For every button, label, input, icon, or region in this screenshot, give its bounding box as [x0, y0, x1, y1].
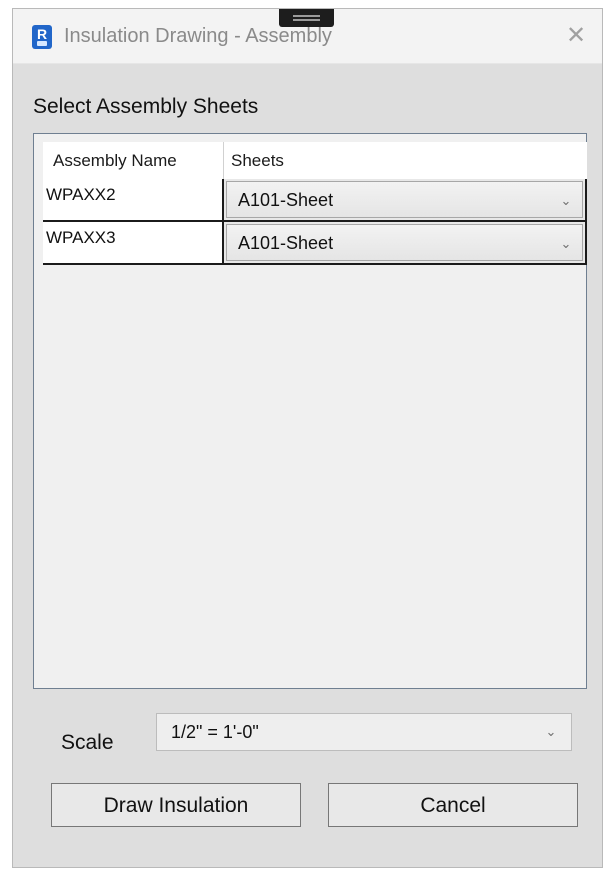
revit-app-icon: R	[32, 25, 52, 49]
insulation-drawing-dialog: R Insulation Drawing - Assembly ✕ Select…	[12, 8, 603, 868]
sheet-cell: A101-Sheet ⌄	[224, 179, 587, 222]
assembly-sheets-grid: Assembly Name Sheets WPAXX2 A101-Sheet ⌄…	[33, 133, 587, 689]
close-icon[interactable]: ✕	[562, 22, 590, 50]
app-icon-letter: R	[36, 26, 48, 42]
sheet-dropdown-value: A101-Sheet	[238, 190, 334, 210]
scale-dropdown-value: 1/2" = 1'-0"	[171, 722, 259, 742]
chevron-down-icon: ⌄	[560, 193, 572, 208]
table-row[interactable]: WPAXX3 A101-Sheet ⌄	[43, 222, 587, 265]
sheet-dropdown[interactable]: A101-Sheet ⌄	[226, 224, 583, 261]
assembly-name-cell[interactable]: WPAXX3	[43, 222, 224, 265]
app-icon-badge	[37, 41, 47, 46]
table-row[interactable]: WPAXX2 A101-Sheet ⌄	[43, 179, 587, 222]
sheet-dropdown[interactable]: A101-Sheet ⌄	[226, 181, 583, 218]
window-title: Insulation Drawing - Assembly	[64, 25, 332, 47]
cancel-button[interactable]: Cancel	[328, 783, 578, 827]
drag-handle[interactable]	[279, 9, 334, 27]
sheet-dropdown-value: A101-Sheet	[238, 233, 334, 253]
scale-label: Scale	[61, 731, 114, 754]
draw-insulation-button[interactable]: Draw Insulation	[51, 783, 301, 827]
chevron-down-icon: ⌄	[560, 236, 572, 251]
grid-header: Assembly Name Sheets	[43, 142, 587, 180]
title-bar: R Insulation Drawing - Assembly ✕	[13, 9, 602, 64]
sheet-cell: A101-Sheet ⌄	[224, 222, 587, 265]
column-header-assembly-name[interactable]: Assembly Name	[43, 142, 224, 179]
column-header-sheets[interactable]: Sheets	[224, 142, 587, 179]
assembly-name-cell[interactable]: WPAXX2	[43, 179, 224, 222]
chevron-down-icon: ⌄	[545, 724, 557, 739]
scale-dropdown[interactable]: 1/2" = 1'-0" ⌄	[156, 713, 572, 751]
assembly-sheets-label: Select Assembly Sheets	[33, 95, 259, 118]
